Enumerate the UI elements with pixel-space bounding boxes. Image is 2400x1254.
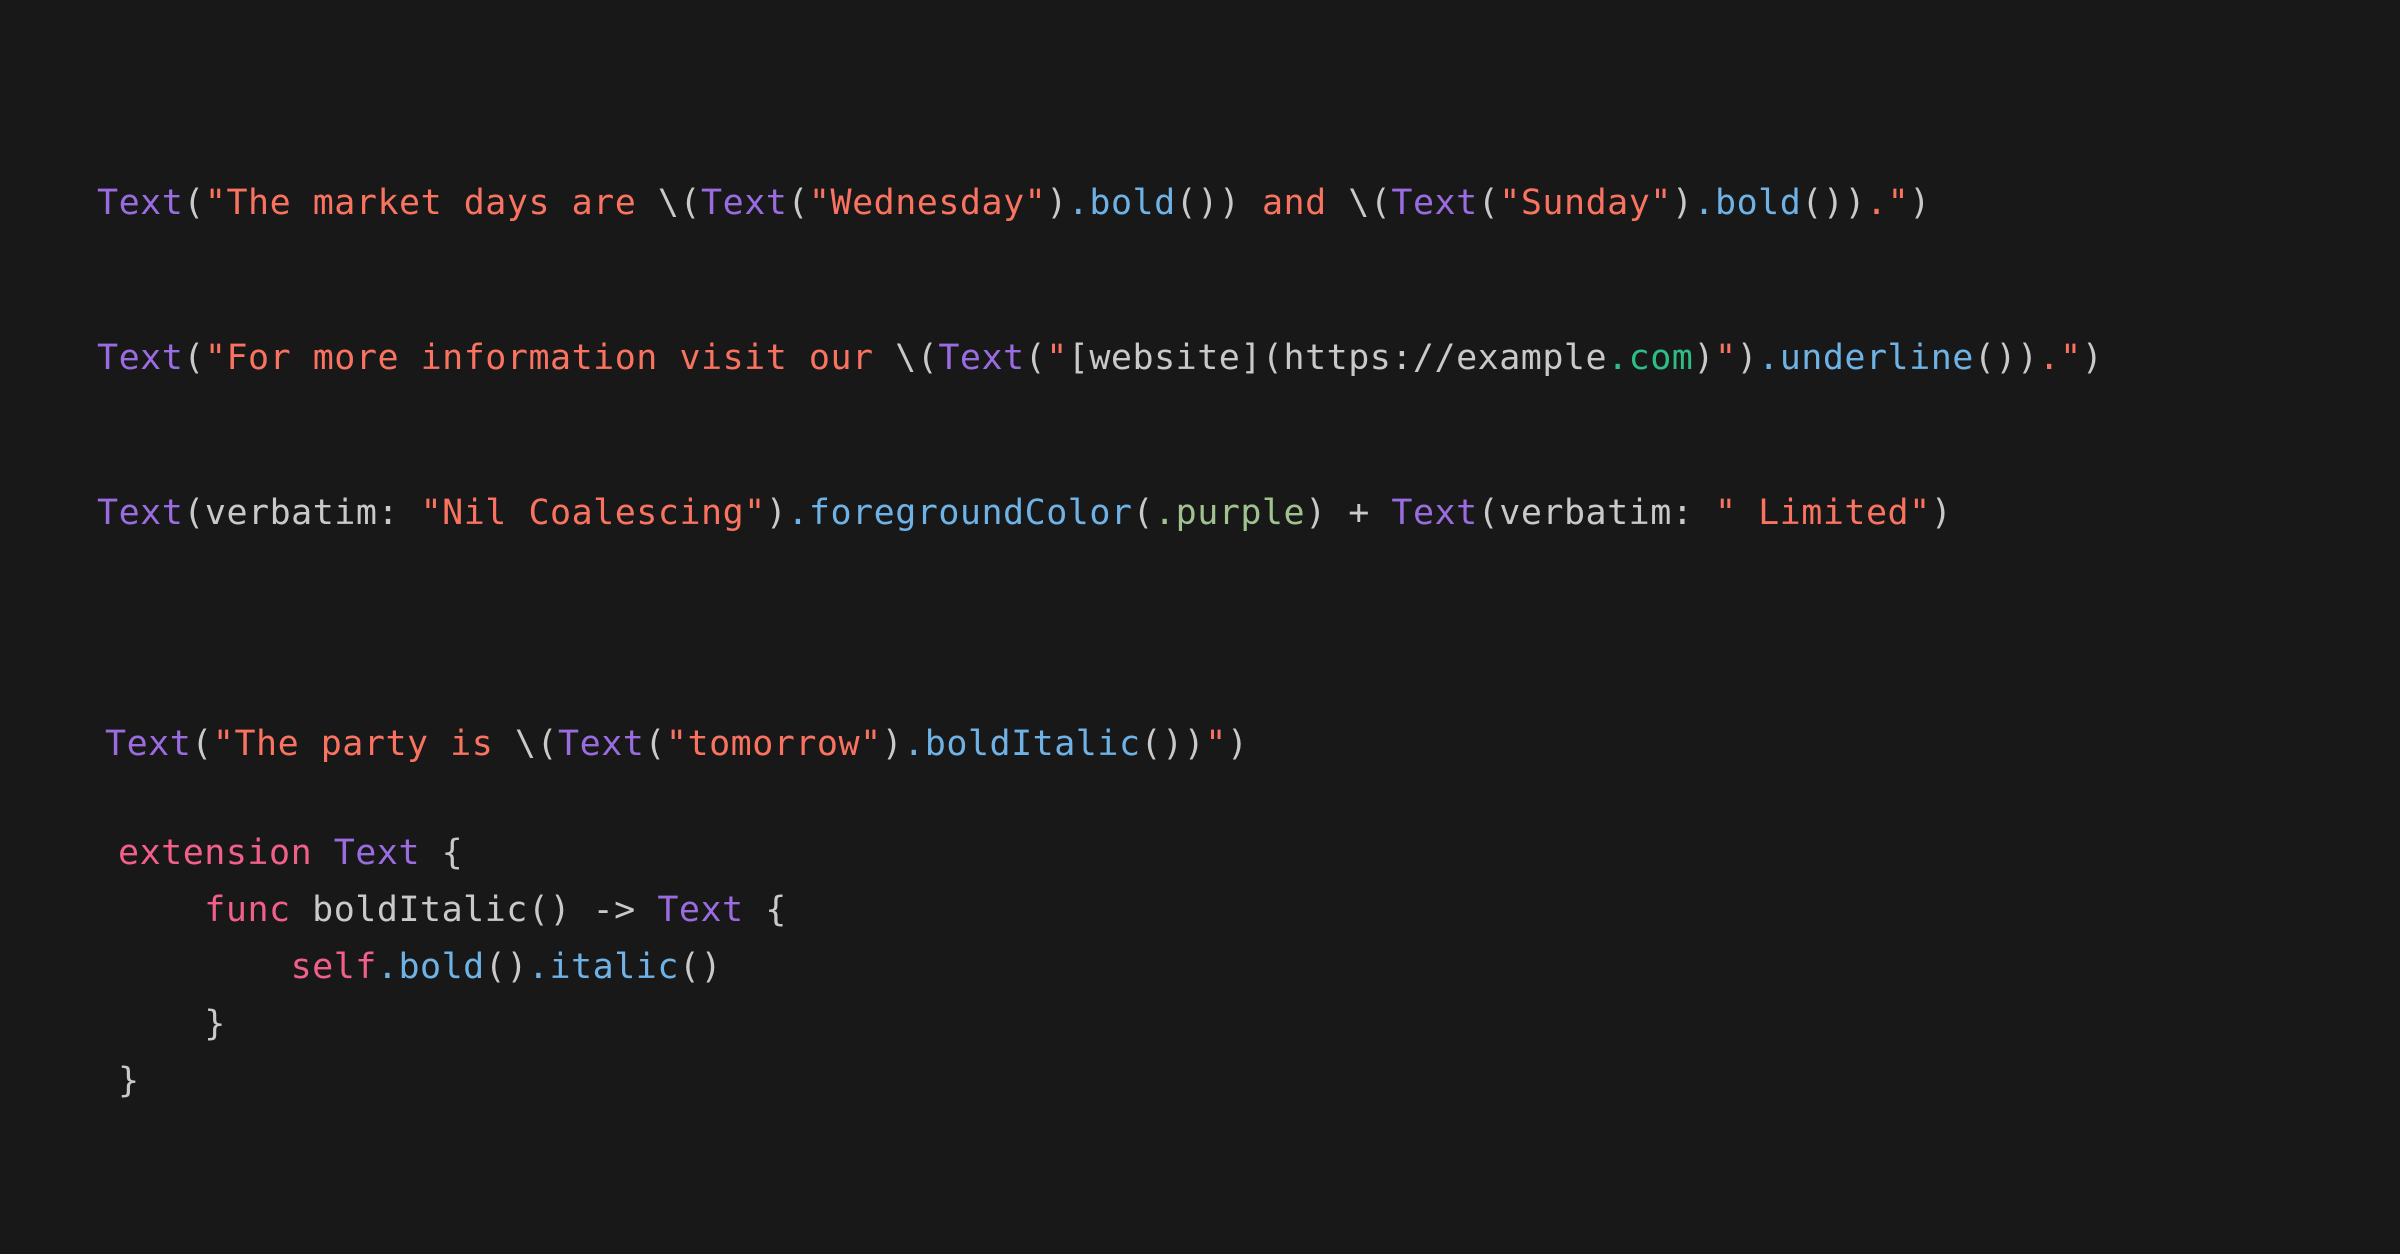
code-token-punct: ()) [1140, 724, 1206, 764]
code-token-punct: ( [183, 338, 205, 378]
code-token-plain: \( [514, 724, 559, 764]
code-token-punct: ()) [1175, 183, 1241, 223]
code-token-string: ." [2038, 338, 2082, 378]
code-token-string: "Nil Coalescing" [420, 493, 766, 533]
code-token-plain: + [1326, 493, 1392, 533]
code-token-punct: { [420, 833, 464, 873]
code-token-plain: \( [657, 183, 702, 223]
code-token-string: " [1046, 338, 1068, 378]
code-token-plain: [website](https://example [1067, 338, 1608, 378]
code-line-func-bolditalic: func boldItalic() -> Text { [118, 893, 787, 928]
code-token-method: . [787, 493, 809, 533]
code-token-type: Text [97, 493, 184, 533]
code-token-type: Text [333, 833, 421, 873]
code-line-nil-coalescing: Text(verbatim: "Nil Coalescing").foregro… [97, 496, 1952, 531]
code-screenshot: Text("The market days are \(Text("Wednes… [0, 0, 2400, 1254]
code-line-party-tomorrow: Text("The party is \(Text("tomorrow").bo… [105, 727, 1248, 762]
code-line-extension-open: extension Text { [118, 836, 463, 871]
code-line-func-close: } [118, 1007, 226, 1042]
code-token-method: bold [398, 947, 485, 987]
code-token-string: "For more information visit our [204, 338, 896, 378]
code-token-method: italic [549, 947, 679, 987]
code-token-method: foregroundColor [808, 493, 1133, 533]
code-token-type: Text [1391, 183, 1478, 223]
code-token-plain: verbatim: [1499, 493, 1715, 533]
code-token-type: Text [1391, 493, 1478, 533]
code-token-type: Text [701, 183, 788, 223]
code-token-punct: ) [2081, 338, 2104, 378]
code-line-market-days: Text("The market days are \(Text("Wednes… [97, 186, 1931, 221]
code-token-type: Text [938, 338, 1025, 378]
code-token-enum: .purple [1154, 493, 1306, 533]
code-token-punct: ) [881, 724, 904, 764]
code-token-punct: ( [191, 724, 213, 764]
code-token-method: . [1693, 183, 1716, 223]
code-token-punct: ( [644, 724, 666, 764]
code-token-string: "Wednesday" [808, 183, 1047, 223]
code-token-punct: { [743, 890, 787, 930]
code-token-method: . [903, 724, 925, 764]
code-token-self: self [290, 947, 377, 987]
code-token-punct: ) [765, 493, 788, 533]
code-token-punct: ()) [1973, 338, 2039, 378]
code-token-method: . [376, 947, 399, 987]
code-token-plain: ) [1693, 338, 1715, 378]
code-token-plain: \( [895, 338, 939, 378]
code-line-self-bold-italic: self.bold().italic() [118, 950, 722, 985]
code-token-string: " Limited" [1714, 493, 1931, 533]
code-token-string: "tomorrow" [665, 724, 882, 764]
code-token-type: Text [97, 338, 184, 378]
code-token-method: bold [1089, 183, 1176, 223]
code-token-punct: ( [183, 493, 205, 533]
code-token-method: . [1067, 183, 1090, 223]
code-token-punct: ) [1305, 493, 1327, 533]
code-token-punct: ) [1736, 338, 1759, 378]
code-token-punct: ) [1671, 183, 1694, 223]
code-token-method: boldItalic [924, 724, 1141, 764]
code-token-keyword: func [204, 890, 291, 930]
code-token-punct: ( [787, 183, 809, 223]
code-token-punct: ()) [1801, 183, 1867, 223]
code-token-punct: ) [1226, 724, 1249, 764]
code-token-plain: \( [1348, 183, 1392, 223]
code-token-method: underline [1779, 338, 1974, 378]
code-token-punct: () [678, 947, 723, 987]
code-token-type: Text [97, 183, 184, 223]
code-token-type: Text [657, 890, 744, 930]
code-token-string: ." [1866, 183, 1910, 223]
code-token-punct: ) [1909, 183, 1931, 223]
code-line-website-link: Text("For more information visit our \(T… [97, 341, 2103, 376]
code-token-string: " [1714, 338, 1737, 378]
code-token-punct: () [484, 947, 528, 987]
code-token-punct: ) [1046, 183, 1068, 223]
code-token-method: bold [1715, 183, 1802, 223]
code-token-punct: } [118, 1061, 140, 1101]
code-token-method: . [1758, 338, 1780, 378]
code-token-string: and [1240, 183, 1349, 223]
code-token-punct: } [118, 1004, 226, 1044]
code-token-punct: ( [1132, 493, 1155, 533]
code-token-string: "The party is [212, 724, 515, 764]
code-token-punct: ( [1477, 493, 1500, 533]
code-token-string: "Sunday" [1499, 183, 1672, 223]
code-token-punct: ( [1477, 183, 1500, 223]
code-token-keyword: extension [118, 833, 313, 873]
code-line-extension-close: } [118, 1064, 140, 1099]
code-token-punct: ( [183, 183, 205, 223]
code-token-string: "The market days are [204, 183, 658, 223]
code-token-punct: ) [1930, 493, 1953, 533]
code-token-method: . [527, 947, 550, 987]
code-token-type: Text [105, 724, 192, 764]
code-token-string: " [1205, 724, 1227, 764]
code-token-plain: boldItalic() -> [290, 890, 658, 930]
code-token-punct: ( [1024, 338, 1047, 378]
code-token-link: .com [1607, 338, 1694, 378]
code-token-plain: verbatim: [204, 493, 421, 533]
code-token-type: Text [558, 724, 645, 764]
